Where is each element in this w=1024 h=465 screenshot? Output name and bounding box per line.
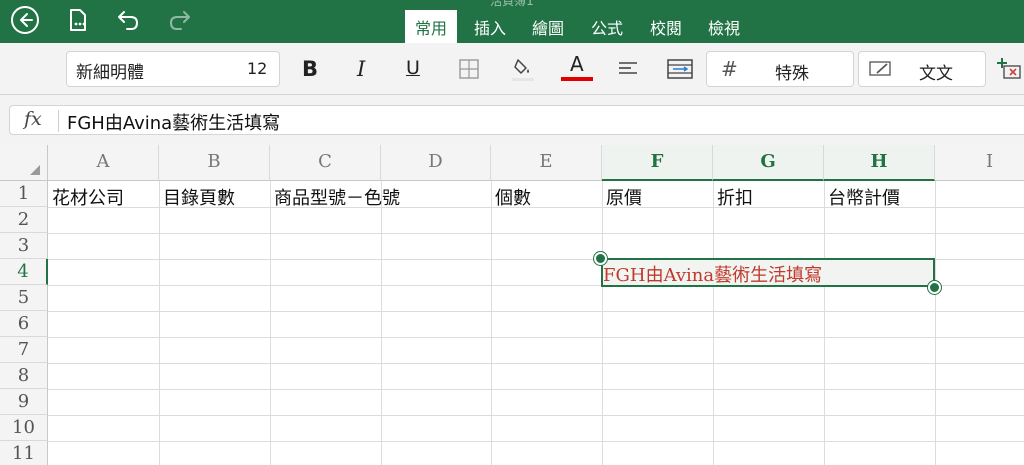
cell-b1[interactable]: 目錄頁數: [159, 184, 235, 210]
col-header-e[interactable]: E: [491, 145, 602, 181]
top-bar: 活頁簿1 常用 插入 繪圖 公式 校閱 檢視: [0, 0, 1024, 43]
insert-delete-icon[interactable]: [996, 56, 1022, 82]
italic-button[interactable]: I: [357, 57, 365, 81]
cell-h1[interactable]: 台幣計價: [824, 184, 900, 210]
col-header-b[interactable]: B: [159, 145, 270, 181]
grid-line: [48, 389, 1024, 390]
selection-handle-bottom-right[interactable]: [928, 281, 941, 294]
col-header-i[interactable]: I: [935, 145, 1024, 181]
grid-line: [824, 181, 825, 465]
cell-style-value: 文文: [919, 64, 953, 84]
back-circle-icon[interactable]: [10, 5, 40, 35]
cell-g1[interactable]: 折扣: [713, 184, 753, 210]
grid-line: [491, 181, 492, 465]
borders-icon[interactable]: [456, 56, 482, 82]
selection-handle-top-left[interactable]: [594, 252, 607, 265]
bold-button[interactable]: B: [302, 57, 318, 81]
row-header-11[interactable]: 11: [0, 441, 48, 465]
tab-view[interactable]: 檢視: [698, 10, 750, 43]
font-name-value: 新細明體: [76, 63, 144, 83]
row-header-8[interactable]: 8: [0, 363, 48, 389]
grid-line: [48, 311, 1024, 312]
col-header-a[interactable]: A: [48, 145, 159, 181]
grid-line: [713, 181, 714, 465]
grid-line: [48, 363, 1024, 364]
row-header-7[interactable]: 7: [0, 337, 48, 363]
col-header-c[interactable]: C: [270, 145, 381, 181]
tab-review[interactable]: 校閱: [640, 10, 692, 43]
select-all-corner[interactable]: [0, 145, 48, 181]
font-name-box[interactable]: 新細明體 12: [66, 51, 280, 87]
row-header-9[interactable]: 9: [0, 389, 48, 415]
formula-content[interactable]: FGH由Avina藝術生活填寫: [67, 109, 280, 135]
tab-formulas[interactable]: 公式: [581, 10, 633, 43]
grid-line: [48, 337, 1024, 338]
wrap-text-icon[interactable]: [667, 56, 693, 82]
font-color-letter: A: [570, 52, 584, 76]
formula-bar: fx FGH由Avina藝術生活填寫: [0, 95, 1024, 145]
cell-f1[interactable]: 原價: [602, 184, 642, 210]
row-header-1[interactable]: 1: [0, 181, 48, 207]
font-color-button[interactable]: A: [561, 52, 593, 82]
spreadsheet-grid: A B C D E F G H I 1 2 3 4 5 6 7 8 9 10 1…: [0, 145, 1024, 465]
col-header-h[interactable]: H: [824, 145, 935, 181]
undo-icon[interactable]: [113, 5, 143, 35]
number-format-box[interactable]: # 特殊: [706, 51, 854, 87]
grid-line: [48, 233, 1024, 234]
grid-line: [48, 441, 1024, 442]
redo-icon[interactable]: [165, 5, 195, 35]
row-header-6[interactable]: 6: [0, 311, 48, 337]
fill-color-icon[interactable]: [510, 56, 536, 82]
number-format-symbol: #: [721, 57, 738, 81]
selected-cell-content[interactable]: FGH由Avina藝術生活填寫: [603, 261, 822, 287]
cell-style-icon: [869, 60, 893, 82]
col-header-d[interactable]: D: [381, 145, 491, 181]
document-title: 活頁簿1: [490, 0, 534, 8]
font-color-swatch: [561, 77, 593, 81]
grid-line: [602, 181, 603, 465]
tab-insert[interactable]: 插入: [464, 10, 516, 43]
cell-e1[interactable]: 個數: [491, 184, 531, 210]
col-header-g[interactable]: G: [713, 145, 824, 181]
row-header-10[interactable]: 10: [0, 415, 48, 441]
grid-line: [381, 181, 382, 465]
formula-input[interactable]: fx FGH由Avina藝術生活填寫: [9, 105, 1024, 135]
cell-style-box[interactable]: 文文: [858, 51, 986, 87]
tab-draw[interactable]: 繪圖: [522, 10, 574, 43]
number-format-value: 特殊: [775, 64, 809, 84]
col-header-f[interactable]: F: [602, 145, 713, 181]
font-size-value[interactable]: 12: [247, 59, 267, 78]
cell-c1[interactable]: 商品型號－色號: [270, 184, 400, 210]
row-header-3[interactable]: 3: [0, 233, 48, 259]
align-left-icon[interactable]: [615, 56, 641, 82]
grid-line: [48, 415, 1024, 416]
row-header-2[interactable]: 2: [0, 207, 48, 233]
grid-line: [270, 181, 271, 465]
formula-separator: [58, 110, 59, 132]
grid-line: [935, 181, 936, 465]
row-header-4[interactable]: 4: [0, 259, 48, 285]
cell-a1[interactable]: 花材公司: [48, 184, 124, 210]
tab-home[interactable]: 常用: [405, 10, 457, 43]
ribbon: 新細明體 12 B I U A # 特殊 文文: [0, 43, 1024, 95]
underline-button[interactable]: U: [406, 57, 420, 79]
grid-line: [159, 181, 160, 465]
fx-icon: fx: [24, 108, 42, 130]
file-menu-icon[interactable]: [63, 5, 93, 35]
row-header-5[interactable]: 5: [0, 285, 48, 311]
